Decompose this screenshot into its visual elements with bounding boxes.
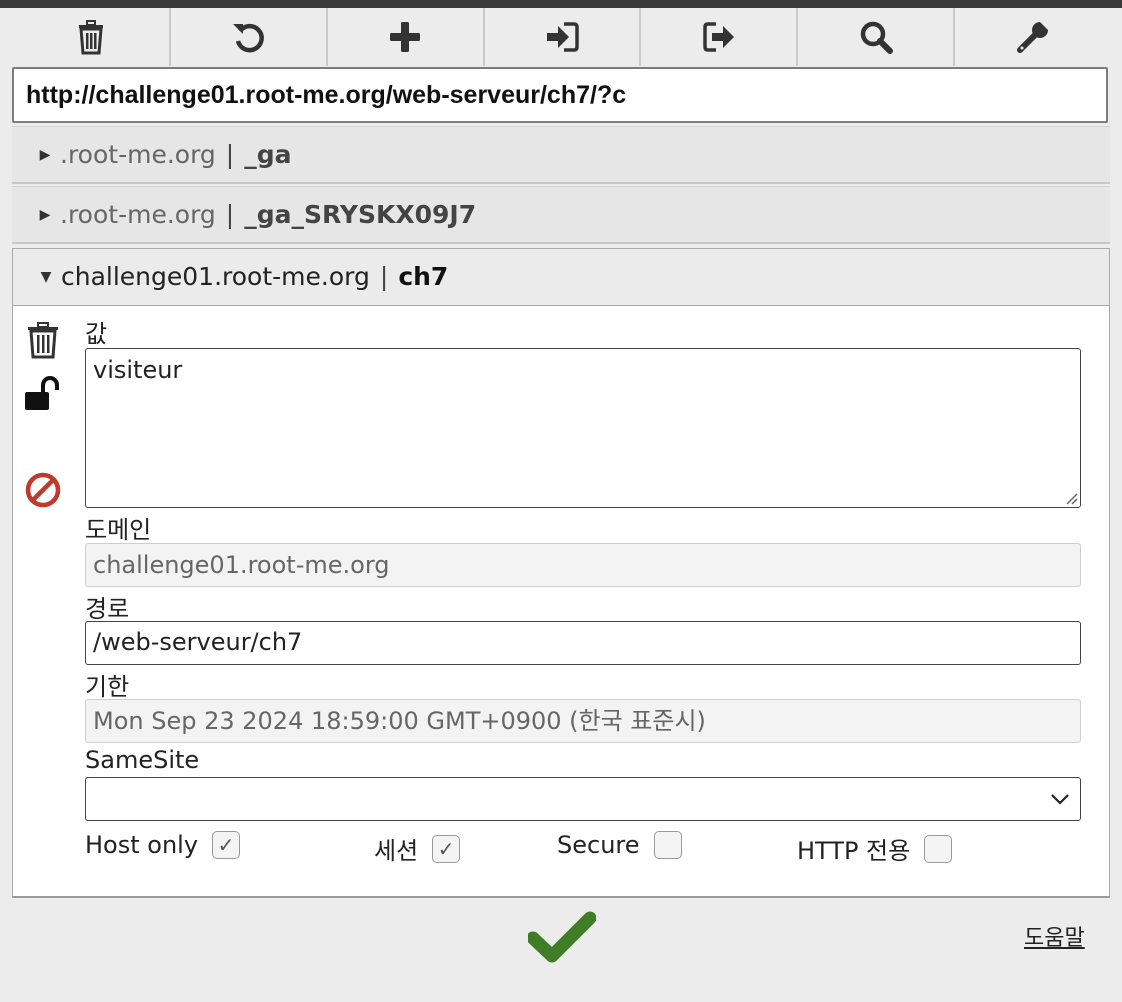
cookie-row-ch7[interactable]: ▼ challenge01.root-me.org | ch7 [12,248,1110,306]
session-flag: 세션 ✓ [374,831,461,866]
cookie-detail-panel: 값 visiteur 도메인 challenge01.root-me.org 경… [12,306,1110,898]
http-only-label: HTTP 전용 [797,837,911,865]
http-only-checkbox[interactable] [924,834,953,863]
block-cookie-button[interactable] [25,470,61,510]
cookie-name: ch7 [398,262,449,291]
secure-flag: Secure [557,831,682,859]
import-icon [547,22,579,52]
cookie-domain: challenge01.root-me.org [61,262,370,291]
cookie-row-ga[interactable]: ▶ .root-me.org | _ga [12,126,1110,184]
trash-icon [28,322,58,359]
secure-label: Secure [557,831,640,859]
samesite-select[interactable] [85,777,1081,821]
add-cookie-button[interactable] [328,8,485,66]
session-label: 세션 [374,837,419,865]
value-text: visiteur [93,356,183,384]
domain-field: challenge01.root-me.org [85,543,1081,587]
cookie-separator: | [379,262,389,291]
collapse-arrow-icon: ▼ [40,269,52,285]
value-label: 값 [85,320,108,348]
expand-arrow-icon: ▶ [39,207,51,223]
plus-icon [390,22,421,52]
import-button[interactable] [485,8,642,66]
search-button[interactable] [798,8,956,66]
expand-arrow-icon: ▶ [39,147,51,163]
export-button[interactable] [641,8,799,66]
cookie-domain: .root-me.org [60,140,216,169]
checkmark-icon [526,911,597,963]
path-label: 경로 [85,595,130,623]
cookie-separator: | [225,140,235,169]
path-input[interactable]: /web-serveur/ch7 [85,621,1081,665]
url-field[interactable]: http://challenge01.root-me.org/web-serve… [12,67,1108,123]
trash-icon [79,20,104,55]
delete-cookie-button[interactable] [25,320,61,360]
expires-label: 기한 [85,673,130,701]
chevron-down-icon [1051,794,1069,805]
window-top-strip [0,0,1122,8]
refresh-icon [233,23,265,53]
resize-grip-icon[interactable] [1064,491,1078,505]
host-only-checkbox[interactable]: ✓ [212,831,241,859]
delete-all-button[interactable] [14,8,171,66]
save-button[interactable] [526,908,597,966]
samesite-label: SameSite [85,746,200,774]
cookie-domain: .root-me.org [60,200,216,229]
unlock-icon [25,376,59,410]
toolbar [14,8,1110,66]
cookie-name: _ga_SRYSKX09J7 [244,200,477,229]
cookie-name: _ga [244,140,292,169]
settings-button[interactable] [955,8,1110,66]
value-textarea[interactable]: visiteur [85,348,1081,508]
search-icon [860,21,893,54]
wrench-icon [1016,22,1048,53]
host-only-label: Host only [85,831,199,859]
protect-cookie-button[interactable] [25,374,61,414]
cookie-separator: | [225,200,235,229]
expires-field: Mon Sep 23 2024 18:59:00 GMT+0900 (한국 표준… [85,699,1081,743]
cookie-row-ga-srysk[interactable]: ▶ .root-me.org | _ga_SRYSKX09J7 [12,186,1110,244]
refresh-button[interactable] [171,8,328,66]
http-only-flag: HTTP 전용 [797,831,953,866]
domain-label: 도메인 [85,516,152,544]
session-checkbox[interactable]: ✓ [432,834,461,863]
export-icon [703,22,734,52]
secure-checkbox[interactable] [653,831,682,859]
help-link[interactable]: 도움말 [1024,920,1085,952]
block-icon [25,472,61,508]
host-only-flag: Host only ✓ [85,831,241,859]
